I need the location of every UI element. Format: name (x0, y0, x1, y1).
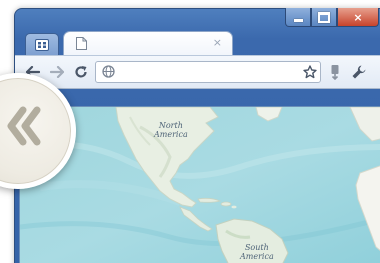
app-launcher-icon (35, 39, 49, 51)
map-label-north-america: North America (154, 121, 188, 139)
window-controls: × (285, 8, 379, 28)
wrench-icon (352, 65, 366, 79)
reload-button[interactable] (71, 62, 91, 82)
maximize-icon (318, 11, 330, 23)
map-label-south-america: South America (240, 243, 274, 261)
page-menu-icon (331, 65, 339, 80)
star-icon (303, 65, 317, 79)
forward-button[interactable] (47, 62, 67, 82)
globe-icon (102, 65, 115, 78)
reload-icon (75, 66, 87, 78)
close-icon: × (353, 10, 363, 24)
close-window-button[interactable]: × (337, 8, 379, 27)
bookmark-star-button[interactable] (300, 62, 320, 82)
double-chevron-left-icon (7, 106, 41, 146)
page-menu-button[interactable] (325, 62, 345, 82)
blank-page-icon (76, 37, 87, 50)
screenshot-canvas: × × North America South America (0, 0, 380, 263)
address-bar[interactable] (95, 61, 321, 83)
tab-active[interactable]: × (63, 31, 233, 56)
app-launcher-tab[interactable] (25, 33, 59, 56)
browser-toolbar (15, 55, 380, 89)
settings-button[interactable] (349, 62, 369, 82)
forward-arrow-icon (50, 66, 64, 78)
maximize-button[interactable] (311, 8, 337, 27)
minimize-icon (293, 18, 303, 22)
minimize-button[interactable] (285, 8, 311, 27)
tab-close-button[interactable]: × (213, 36, 222, 49)
